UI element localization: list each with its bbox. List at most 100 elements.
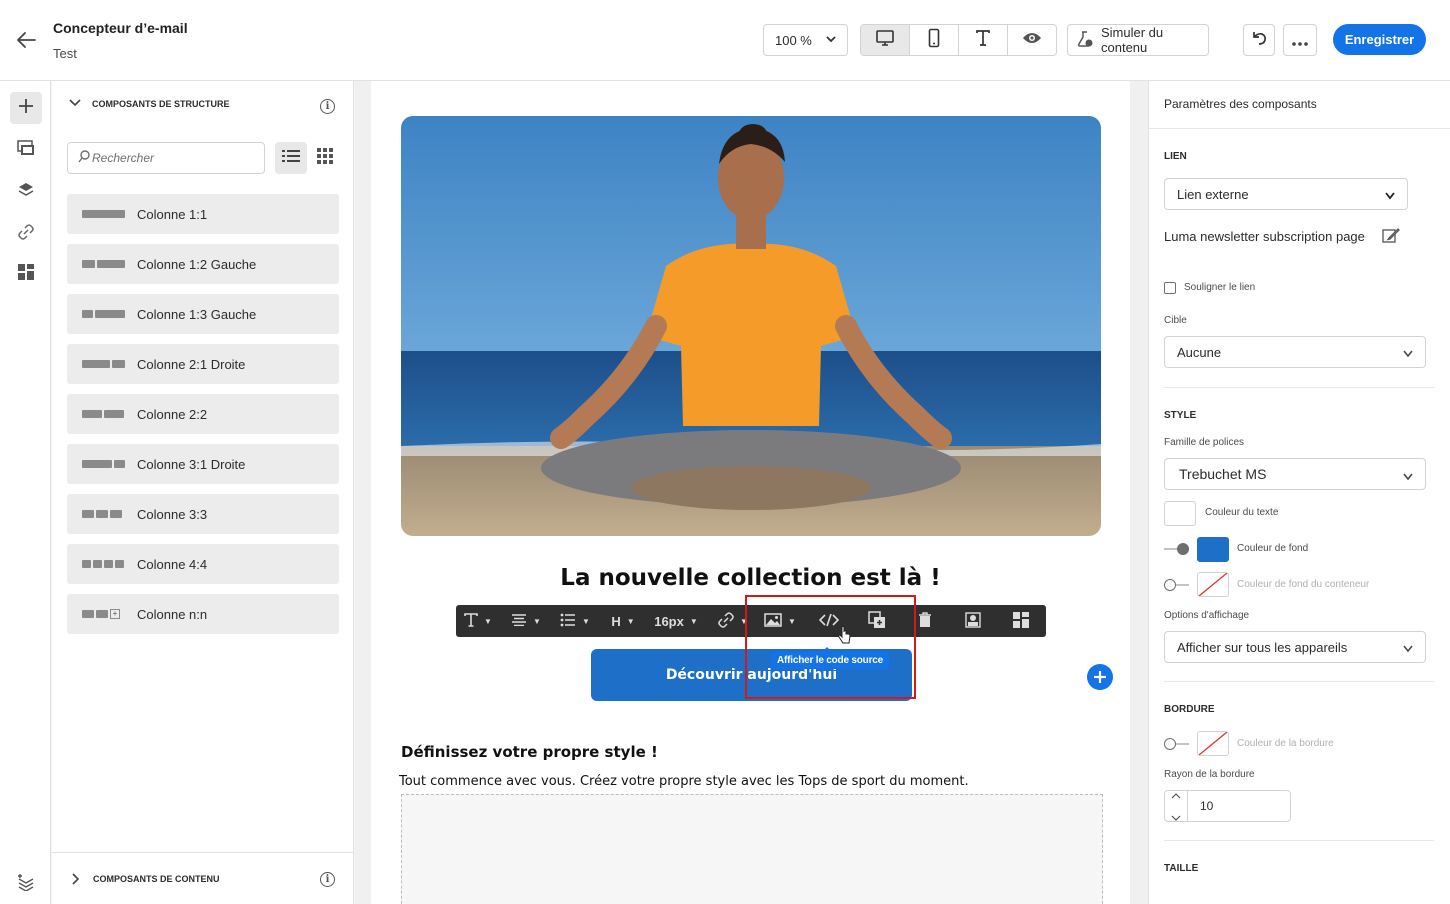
grid-layout-button[interactable] [1006, 605, 1036, 637]
empty-dropzone[interactable] [401, 794, 1103, 904]
bg-color-swatch[interactable] [1197, 537, 1229, 562]
chevron-down-icon [1402, 347, 1414, 362]
border-color-toggle[interactable] [1164, 738, 1189, 750]
component-column-1-3-left[interactable]: Colonne 1:3 Gauche [67, 294, 339, 334]
text-style-button[interactable]: ▼ [458, 605, 498, 637]
mouse-pointer-icon [838, 626, 852, 649]
border-radius-input[interactable]: 10 [1187, 790, 1291, 822]
links-button[interactable] [10, 218, 42, 250]
layers-icon [17, 181, 35, 204]
component-column-3-3[interactable]: Colonne 3:3 [67, 494, 339, 534]
heading-icon: H [611, 613, 621, 629]
save-fragment-button[interactable] [958, 605, 988, 637]
info-icon[interactable]: i [320, 99, 335, 114]
more-options-button[interactable] [1283, 24, 1317, 56]
chevron-down-icon: ▼ [689, 616, 698, 626]
search-input[interactable]: Rechercher [67, 142, 265, 174]
back-arrow-icon[interactable] [12, 26, 40, 54]
link-type-value: Lien externe [1177, 186, 1249, 202]
chevron-up-icon[interactable] [1171, 786, 1181, 804]
email-headline[interactable]: La nouvelle collection est là ! [371, 565, 1130, 591]
hero-image[interactable] [401, 116, 1101, 536]
mobile-view-button[interactable] [910, 25, 959, 55]
undo-icon [1250, 30, 1268, 51]
column-1-2-icon [82, 260, 127, 268]
bg-color-toggle[interactable] [1164, 543, 1189, 555]
simulate-label: Simuler du contenu [1101, 25, 1164, 55]
chevron-down-icon [1402, 642, 1414, 657]
fragments-icon [17, 263, 35, 286]
font-size-value: 16px [654, 613, 684, 629]
info-icon[interactable]: i [320, 872, 335, 887]
desktop-icon [875, 29, 895, 52]
text-icon [464, 612, 478, 630]
display-options-label: Options d'affichage [1164, 610, 1250, 621]
more-icon [1292, 30, 1308, 51]
component-label: Colonne 3:1 Droite [137, 456, 246, 472]
container-bg-swatch[interactable] [1197, 572, 1229, 597]
font-size-select[interactable]: 16px ▼ [648, 605, 704, 637]
chevron-down-icon[interactable] [1171, 808, 1181, 826]
simulate-content-button[interactable]: Simuler du contenu [1067, 24, 1209, 56]
section-body[interactable]: Tout commence avec vous. Créez votre pro… [399, 774, 969, 789]
heading-button[interactable]: H ▼ [606, 605, 640, 637]
border-radius-stepper[interactable] [1164, 790, 1188, 822]
app-header: Concepteur d’e-mail Test 100 % Simuler d… [0, 0, 1450, 81]
display-options-select[interactable]: Afficher sur tous les appareils [1164, 631, 1426, 663]
text-color-swatch[interactable] [1164, 501, 1196, 526]
structure-section-toggle[interactable]: COMPOSANTS DE STRUCTURE [68, 98, 230, 110]
text-view-button[interactable] [959, 25, 1008, 55]
column-3-1-icon [82, 460, 127, 468]
font-family-label: Famille de polices [1164, 437, 1245, 448]
align-button[interactable]: ▼ [506, 605, 546, 637]
structure-components-panel: COMPOSANTS DE STRUCTURE i Rechercher Col… [52, 81, 354, 904]
size-section-title: TAILLE [1164, 863, 1199, 874]
chevron-down-icon: ▼ [582, 616, 590, 626]
save-button[interactable]: Enregistrer [1333, 24, 1426, 55]
component-label: Colonne 2:2 [137, 406, 208, 422]
font-family-select[interactable]: Trebuchet MS [1164, 458, 1426, 490]
content-components-section[interactable]: COMPOSANTS DE CONTENU i [52, 852, 353, 904]
component-column-4-4[interactable]: Colonne 4:4 [67, 544, 339, 584]
target-value: Aucune [1177, 344, 1222, 360]
component-label: Colonne 4:4 [137, 556, 208, 572]
chevron-down-icon: ▼ [484, 616, 492, 626]
component-column-2-1-right[interactable]: Colonne 2:1 Droite [67, 344, 339, 384]
component-column-1-2-left[interactable]: Colonne 1:2 Gauche [67, 244, 339, 284]
component-column-3-1-right[interactable]: Colonne 3:1 Droite [67, 444, 339, 484]
chevron-down-icon [825, 33, 837, 48]
link-type-select[interactable]: Lien externe [1164, 178, 1408, 210]
grid-view-button[interactable] [309, 142, 341, 174]
chevron-down-icon [1384, 189, 1396, 204]
target-select[interactable]: Aucune [1164, 336, 1426, 368]
column-1-1-icon [82, 210, 127, 218]
view-mode-group [860, 24, 1057, 56]
preview-button[interactable] [1008, 25, 1056, 55]
component-column-1-1[interactable]: Colonne 1:1 [67, 194, 339, 234]
component-settings-panel: Paramètres des composants LIEN Lien exte… [1148, 81, 1450, 904]
assets-button[interactable] [10, 134, 42, 166]
add-block-button[interactable] [1087, 664, 1113, 690]
list-view-button[interactable] [275, 142, 307, 174]
layers-button[interactable] [10, 176, 42, 208]
list-format-button[interactable]: ▼ [554, 605, 596, 637]
link-section-title: LIEN [1164, 151, 1187, 162]
section-title[interactable]: Définissez votre propre style ! [401, 743, 658, 761]
container-bg-toggle[interactable] [1164, 579, 1189, 591]
fragments-button[interactable] [10, 258, 42, 290]
zoom-select[interactable]: 100 % [763, 24, 848, 56]
undo-button[interactable] [1243, 24, 1275, 56]
underline-link-checkbox[interactable] [1164, 282, 1176, 294]
add-components-button[interactable] [10, 92, 42, 124]
column-2-2-icon [82, 410, 127, 418]
grid-icon [1013, 611, 1029, 631]
component-column-2-2[interactable]: Colonne 2:2 [67, 394, 339, 434]
target-label: Cible [1164, 315, 1187, 326]
desktop-view-button[interactable] [861, 25, 910, 55]
settings-rail-button[interactable] [10, 868, 42, 900]
border-color-swatch[interactable] [1197, 731, 1229, 756]
component-column-n-n[interactable]: + Colonne n:n [67, 594, 339, 634]
left-rail [0, 81, 51, 904]
email-document: La nouvelle collection est là ! ▼ ▼ ▼ H ▼… [371, 81, 1130, 904]
edit-link-icon[interactable] [1382, 227, 1400, 250]
